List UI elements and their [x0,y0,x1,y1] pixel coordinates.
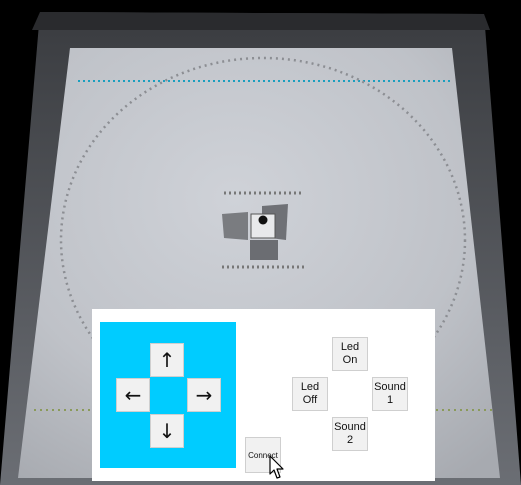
left-arrow-button[interactable]: ← [116,378,150,412]
led-off-button[interactable]: Led Off [292,377,328,411]
control-panel: ↑ ← → ↓ Led On Led Off Sound 1 Sound 2 C… [92,309,435,481]
sound-1-button[interactable]: Sound 1 [372,377,408,411]
mouse-pointer-icon [269,455,284,479]
down-arrow-button[interactable]: ↓ [150,414,184,448]
sound-2-button[interactable]: Sound 2 [332,417,368,451]
right-arrow-button[interactable]: → [187,378,221,412]
dpad-area: ↑ ← → ↓ [100,322,236,468]
arena-rim [32,12,490,30]
led-on-button[interactable]: Led On [332,337,368,371]
up-arrow-button[interactable]: ↑ [150,343,184,377]
